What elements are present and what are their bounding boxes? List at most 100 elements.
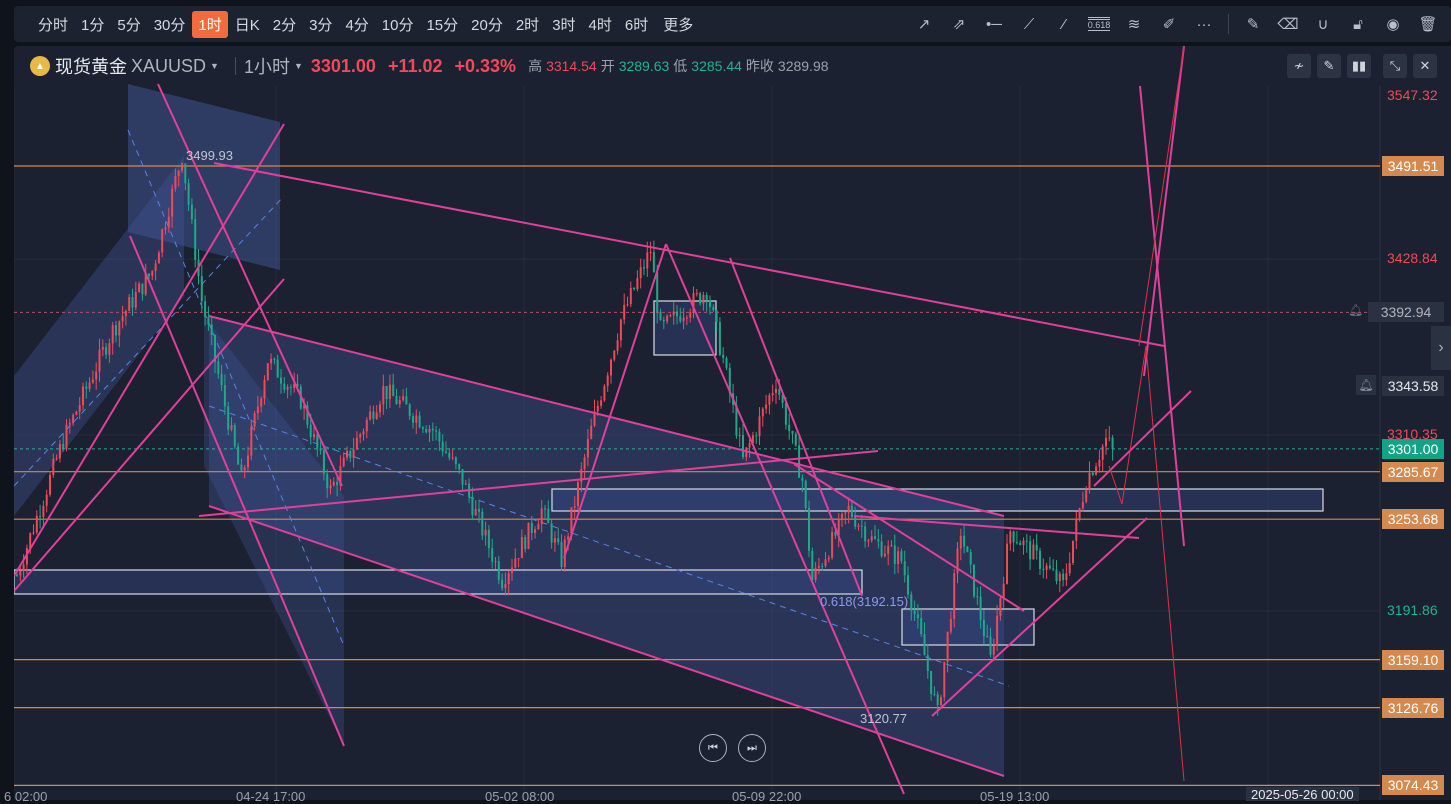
timeframe-11[interactable]: 20分 bbox=[465, 11, 509, 38]
dashed-arrow-icon[interactable]: ⇗ bbox=[948, 13, 970, 35]
timeframe-6[interactable]: 2分 bbox=[267, 11, 302, 38]
bell-icon[interactable]: 🔔︎ bbox=[1348, 303, 1363, 317]
candle-body bbox=[223, 385, 226, 407]
draw-button[interactable]: ✎ bbox=[1317, 54, 1341, 78]
candle-body bbox=[1048, 565, 1051, 569]
candle-body bbox=[134, 292, 137, 308]
timeframe-0[interactable]: 分时 bbox=[32, 11, 74, 38]
price-tick: 3547.32 bbox=[1387, 87, 1438, 103]
candle-body bbox=[412, 416, 414, 423]
timeframe-3[interactable]: 30分 bbox=[148, 11, 192, 38]
indicator-button[interactable]: ≁ bbox=[1287, 54, 1311, 78]
timeframe-16[interactable]: 更多 bbox=[657, 11, 699, 38]
candle-body bbox=[1039, 550, 1041, 569]
magnet-icon[interactable]: ∪ bbox=[1312, 13, 1334, 35]
price-change-pct: +0.33% bbox=[454, 55, 517, 76]
candle-body bbox=[342, 457, 345, 467]
collapse-button[interactable]: ⤡ bbox=[1383, 54, 1407, 78]
candle-body bbox=[316, 434, 319, 449]
candle-body bbox=[844, 512, 847, 514]
alert-label[interactable]: 3343.58 bbox=[1382, 376, 1444, 396]
level-label[interactable]: 3285.67 bbox=[1382, 461, 1444, 482]
level-label[interactable]: 3074.43 bbox=[1382, 775, 1444, 796]
line-segment-icon[interactable]: ⁄ bbox=[1053, 13, 1075, 35]
candle-body bbox=[514, 558, 517, 568]
eraser-icon[interactable]: ⌫ bbox=[1277, 13, 1299, 35]
edit-icon[interactable]: ✎ bbox=[1242, 13, 1264, 35]
candle-body bbox=[626, 304, 629, 306]
timeframe-8[interactable]: 4分 bbox=[339, 11, 374, 38]
candle-body bbox=[65, 424, 68, 449]
trend-segment-icon[interactable]: ⟋ bbox=[1018, 13, 1040, 35]
level-label[interactable]: 3491.51 bbox=[1382, 156, 1444, 176]
timeframe-5[interactable]: 日K bbox=[229, 11, 266, 38]
candle-body bbox=[332, 481, 335, 486]
time-tick-text: 04-24 17:00 bbox=[236, 789, 306, 804]
level-label[interactable]: 3126.76 bbox=[1382, 697, 1444, 718]
level-label[interactable]: 3159.10 bbox=[1382, 649, 1444, 670]
timeframe-2[interactable]: 5分 bbox=[111, 11, 146, 38]
candle-body bbox=[227, 406, 230, 430]
alert-label[interactable]: 3392.94 bbox=[1368, 302, 1444, 323]
candle-body bbox=[52, 458, 55, 476]
more-icon[interactable]: ··· bbox=[1193, 13, 1215, 35]
candle-body bbox=[1012, 531, 1015, 543]
candle-body bbox=[613, 350, 616, 360]
high-annotation: 3499.93 bbox=[186, 148, 233, 163]
high-value: 3314.54 bbox=[546, 58, 597, 74]
chart-type-button[interactable]: ▮▮ bbox=[1347, 54, 1371, 78]
candle-body bbox=[699, 293, 702, 304]
candle-body bbox=[725, 358, 728, 368]
candle-body bbox=[369, 411, 372, 420]
candle-body bbox=[171, 188, 174, 217]
eye-icon[interactable]: ◉ bbox=[1382, 13, 1404, 35]
timeframe-10[interactable]: 15分 bbox=[420, 11, 464, 38]
candle-body bbox=[811, 550, 814, 580]
candle-body bbox=[712, 306, 715, 311]
candle-body bbox=[233, 424, 236, 447]
candle-body bbox=[408, 404, 411, 417]
candle-body bbox=[969, 552, 972, 565]
candle-body bbox=[418, 415, 421, 428]
candle-body bbox=[722, 354, 725, 359]
candle-body bbox=[124, 310, 127, 317]
last-price: 3301.00 bbox=[310, 55, 376, 76]
expand-panel-button[interactable]: › bbox=[1431, 326, 1451, 370]
timeframe-7[interactable]: 3分 bbox=[303, 11, 338, 38]
candle-body bbox=[679, 316, 682, 322]
highlighter-icon[interactable]: ✐ bbox=[1158, 13, 1180, 35]
candle-body bbox=[108, 343, 111, 355]
candle-body bbox=[336, 481, 339, 486]
bell-icon[interactable]: 🔔︎ bbox=[1356, 375, 1376, 395]
open-value: 3289.63 bbox=[618, 58, 670, 74]
candle-body bbox=[930, 671, 933, 694]
candle-body bbox=[520, 537, 523, 559]
level-value: 3491.51 bbox=[1387, 158, 1439, 174]
prev-button[interactable]: ⏮ bbox=[699, 734, 727, 762]
next-button[interactable]: ⏭ bbox=[738, 734, 766, 762]
candle-body bbox=[289, 387, 292, 389]
timeframe-12[interactable]: 2时 bbox=[510, 11, 545, 38]
horizontal-ray-icon[interactable]: •─ bbox=[983, 13, 1005, 35]
close-button[interactable]: ✕ bbox=[1413, 54, 1437, 78]
timeframe-1[interactable]: 1分 bbox=[75, 11, 110, 38]
symbol-selector[interactable]: XAUUSD bbox=[131, 56, 206, 77]
trash-icon[interactable]: 🗑︎ bbox=[1417, 13, 1439, 35]
level-value: 3074.43 bbox=[1387, 777, 1439, 794]
timeframe-14[interactable]: 4时 bbox=[583, 11, 618, 38]
arrow-icon[interactable]: ↗ bbox=[913, 13, 935, 35]
candle-body bbox=[458, 464, 461, 470]
level-label[interactable]: 3253.68 bbox=[1382, 509, 1444, 530]
timeframe-4[interactable]: 1时 bbox=[192, 10, 228, 38]
fibonacci-icon[interactable]: 0.618 bbox=[1087, 13, 1111, 35]
candle-body bbox=[827, 557, 830, 560]
timeframe-9[interactable]: 10分 bbox=[376, 11, 420, 38]
fib-label: 0.618 bbox=[1087, 17, 1111, 31]
fan-icon[interactable]: ≋ bbox=[1123, 13, 1145, 35]
interval-selector[interactable]: 1小时 bbox=[244, 53, 290, 79]
unlock-icon[interactable]: 🔓︎ bbox=[1347, 13, 1369, 35]
fib-annotation: 0.618(3192.15) bbox=[820, 594, 908, 609]
timeframe-15[interactable]: 6时 bbox=[619, 11, 654, 38]
candle-body bbox=[982, 619, 985, 637]
timeframe-13[interactable]: 3时 bbox=[546, 11, 581, 38]
